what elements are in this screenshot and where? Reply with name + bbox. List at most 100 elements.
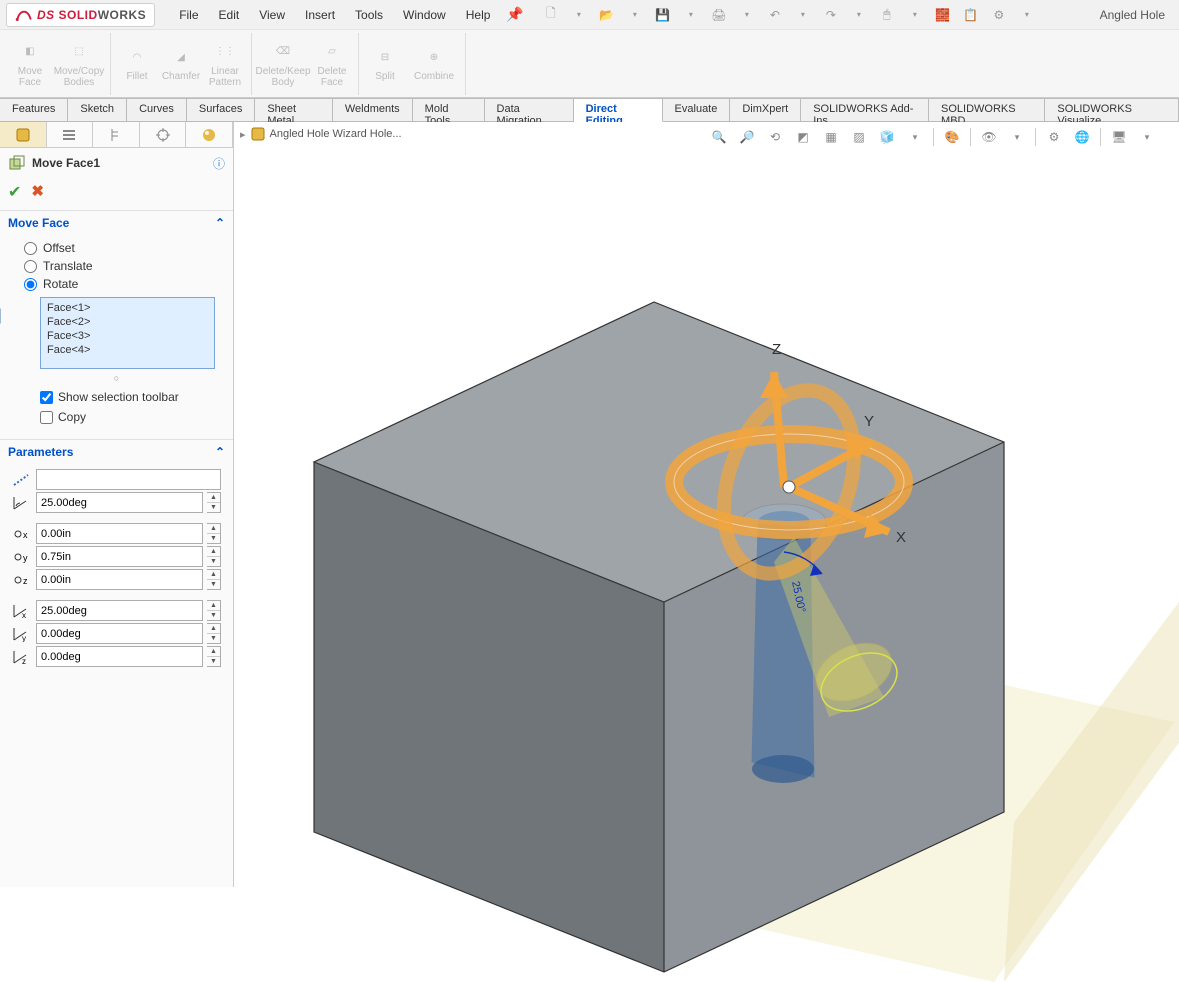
redo-icon[interactable]: ↷ bbox=[820, 4, 842, 26]
tab-dimxpert[interactable]: DimXpert bbox=[730, 98, 801, 121]
move-face-section-header[interactable]: Move Face⌃ bbox=[0, 210, 233, 235]
dimxpert-tab[interactable] bbox=[140, 122, 187, 147]
feature-tree-tab[interactable] bbox=[0, 122, 47, 147]
rebuild-icon[interactable]: 🧱 bbox=[932, 4, 954, 26]
rz-input[interactable] bbox=[36, 646, 203, 667]
tab-direct-editing[interactable]: Direct Editing bbox=[574, 98, 663, 122]
feature-icon bbox=[15, 127, 31, 143]
delete-face-button[interactable]: ▱Delete Face bbox=[310, 33, 354, 95]
menu-window[interactable]: Window bbox=[393, 4, 456, 26]
view-orientation-icon[interactable]: ▦ bbox=[819, 126, 843, 148]
render-icon[interactable]: 🌐 bbox=[1070, 126, 1094, 148]
list-item[interactable]: Face<4> bbox=[45, 343, 210, 357]
previous-view-icon[interactable]: ⟲ bbox=[763, 126, 787, 148]
fillet-button[interactable]: ◠Fillet bbox=[115, 33, 159, 95]
cx-spinner[interactable]: ▲▼ bbox=[207, 523, 221, 544]
screen-icon[interactable]: 🖥 bbox=[1107, 126, 1131, 148]
menu-help[interactable]: Help bbox=[456, 4, 501, 26]
cancel-button[interactable]: ✖ bbox=[31, 182, 44, 202]
cz-input[interactable] bbox=[36, 569, 203, 590]
delete-keep-body-button[interactable]: ⌫Delete/Keep Body bbox=[256, 33, 310, 95]
app-logo[interactable]: DS SOLIDWORKS bbox=[6, 3, 155, 27]
zoom-fit-icon[interactable]: 🔍 bbox=[707, 126, 731, 148]
save-icon[interactable]: 💾 bbox=[652, 4, 674, 26]
cz-spinner[interactable]: ▲▼ bbox=[207, 569, 221, 590]
menu-edit[interactable]: Edit bbox=[209, 4, 250, 26]
tab-surfaces[interactable]: Surfaces bbox=[187, 98, 255, 121]
face-selection-list[interactable]: Face<1> Face<2> Face<3> Face<4> bbox=[40, 297, 215, 369]
show-selection-toolbar-checkbox[interactable]: Show selection toolbar bbox=[10, 387, 223, 407]
print-icon[interactable]: 🖨 bbox=[708, 4, 730, 26]
tab-visualize[interactable]: SOLIDWORKS Visualize bbox=[1045, 98, 1179, 121]
tree-icon bbox=[108, 127, 124, 143]
rotate-radio[interactable]: Rotate bbox=[10, 275, 223, 293]
rz-spinner[interactable]: ▲▼ bbox=[207, 646, 221, 667]
combine-button[interactable]: ⊕Combine bbox=[407, 33, 461, 95]
menu-view[interactable]: View bbox=[249, 4, 295, 26]
list-item[interactable]: Face<1> bbox=[45, 301, 210, 315]
zoom-area-icon[interactable]: 🔎 bbox=[735, 126, 759, 148]
appearance-tab[interactable] bbox=[186, 122, 233, 147]
axis-input[interactable] bbox=[36, 469, 221, 490]
display-style-icon[interactable]: ▨ bbox=[847, 126, 871, 148]
split-button[interactable]: ⊟Split bbox=[363, 33, 407, 95]
undo-icon[interactable]: ↶ bbox=[764, 4, 786, 26]
list-item[interactable]: Face<2> bbox=[45, 315, 210, 329]
help-icon[interactable]: ⓘ bbox=[213, 155, 225, 172]
tab-features[interactable]: Features bbox=[0, 98, 68, 121]
breadcrumb[interactable]: ▸ Angled Hole Wizard Hole... bbox=[240, 126, 402, 142]
rx-spinner[interactable]: ▲▼ bbox=[207, 600, 221, 621]
tab-mold-tools[interactable]: Mold Tools bbox=[413, 98, 485, 121]
menu-insert[interactable]: Insert bbox=[295, 4, 345, 26]
cx-input[interactable] bbox=[36, 523, 203, 544]
axis-icon bbox=[10, 470, 32, 490]
tab-weldments[interactable]: Weldments bbox=[333, 98, 413, 121]
select-icon[interactable]: 🖱 bbox=[876, 4, 898, 26]
tab-sketch[interactable]: Sketch bbox=[68, 98, 127, 121]
tab-sheet-metal[interactable]: Sheet Metal bbox=[255, 98, 333, 121]
drag-handle-icon[interactable]: ○ bbox=[10, 373, 223, 383]
part-icon bbox=[250, 126, 266, 142]
title-bar: DS SOLIDWORKS File Edit View Insert Tool… bbox=[0, 0, 1179, 30]
graphics-viewport[interactable]: ▸ Angled Hole Wizard Hole... 🔍 🔎 ⟲ ◩ ▦ ▨… bbox=[234, 122, 1179, 887]
property-tab[interactable] bbox=[47, 122, 94, 147]
tab-data-migration[interactable]: Data Migration bbox=[485, 98, 574, 121]
cy-input[interactable] bbox=[36, 546, 203, 567]
angle-input[interactable] bbox=[36, 492, 203, 513]
model-render[interactable]: Z Y X 25.00° bbox=[274, 242, 1179, 982]
move-face-button[interactable]: ◧Move Face bbox=[8, 33, 52, 95]
new-icon[interactable]: 🗋 bbox=[540, 4, 562, 26]
breadcrumb-item[interactable]: Angled Hole Wizard Hole... bbox=[270, 128, 402, 140]
offset-radio[interactable]: Offset bbox=[10, 239, 223, 257]
menu-bar: File Edit View Insert Tools Window Help bbox=[169, 4, 500, 26]
pin-icon[interactable]: 📌 bbox=[506, 6, 523, 23]
section-view-icon[interactable]: ◩ bbox=[791, 126, 815, 148]
menu-tools[interactable]: Tools bbox=[345, 4, 393, 26]
hide-show-icon[interactable]: 🧊 bbox=[875, 126, 899, 148]
chamfer-button[interactable]: ◢Chamfer bbox=[159, 33, 203, 95]
parameters-section-header[interactable]: Parameters⌃ bbox=[0, 439, 233, 464]
linear-pattern-button[interactable]: ⋮⋮Linear Pattern bbox=[203, 33, 247, 95]
ok-button[interactable]: ✔ bbox=[8, 182, 21, 202]
copy-checkbox[interactable]: Copy bbox=[10, 407, 223, 427]
view-settings-icon[interactable]: ⚙ bbox=[1042, 126, 1066, 148]
edit-appearance-icon[interactable]: 🎨 bbox=[940, 126, 964, 148]
open-icon[interactable]: 📂 bbox=[596, 4, 618, 26]
move-copy-bodies-button[interactable]: ⬚Move/Copy Bodies bbox=[52, 33, 106, 95]
settings-icon[interactable]: ⚙ bbox=[988, 4, 1010, 26]
menu-file[interactable]: File bbox=[169, 4, 208, 26]
apply-scene-icon[interactable]: 👁 bbox=[977, 126, 1001, 148]
translate-radio[interactable]: Translate bbox=[10, 257, 223, 275]
rx-input[interactable] bbox=[36, 600, 203, 621]
ry-input[interactable] bbox=[36, 623, 203, 644]
angle-spinner[interactable]: ▲▼ bbox=[207, 492, 221, 513]
tab-addins[interactable]: SOLIDWORKS Add-Ins bbox=[801, 98, 929, 121]
tab-curves[interactable]: Curves bbox=[127, 98, 187, 121]
options-list-icon[interactable]: 📋 bbox=[960, 4, 982, 26]
cy-spinner[interactable]: ▲▼ bbox=[207, 546, 221, 567]
tab-mbd[interactable]: SOLIDWORKS MBD bbox=[929, 98, 1045, 121]
ry-spinner[interactable]: ▲▼ bbox=[207, 623, 221, 644]
config-tab[interactable] bbox=[93, 122, 140, 147]
list-item[interactable]: Face<3> bbox=[45, 329, 210, 343]
tab-evaluate[interactable]: Evaluate bbox=[663, 98, 731, 121]
